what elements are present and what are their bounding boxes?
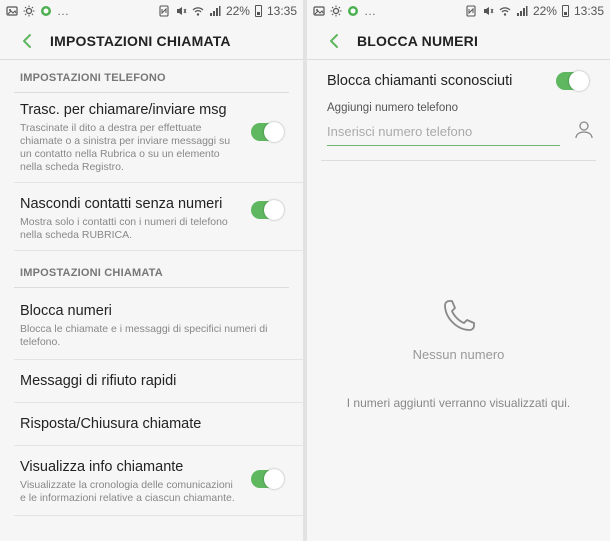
back-arrow-icon[interactable] [323,30,345,52]
setting-answer-end-calls[interactable]: Risposta/Chiusura chiamate [14,403,303,446]
more-notifications-icon: … [57,4,70,18]
field-divider [321,160,596,161]
call-settings-screen: … 22% 13:35 IMPOSTAZIONI CHIAMATA IMPOST [0,0,303,541]
mute-icon [175,5,187,17]
contact-icon[interactable] [572,118,596,142]
brightness-icon [330,5,342,17]
add-number-field [307,114,610,146]
app-bar: IMPOSTAZIONI CHIAMATA [0,22,303,60]
gallery-icon [313,5,325,17]
setting-hide-contacts[interactable]: Nascondi contatti senza numeri Mostra so… [14,183,303,251]
section-header-phone: IMPOSTAZIONI TELEFONO [20,72,166,84]
block-unknown-row[interactable]: Blocca chiamanti sconosciuti [307,60,610,100]
setting-title: Risposta/Chiusura chiamate [20,416,202,432]
setting-quick-decline-messages[interactable]: Messaggi di rifiuto rapidi [14,360,303,403]
setting-title: Blocca numeri [20,303,112,319]
caller-info-toggle[interactable] [251,469,284,489]
phone-icon [439,296,479,341]
setting-subtitle: Mostra solo i contatti con i numeri di t… [20,216,228,241]
battery-percent: 22% [225,4,250,18]
setting-subtitle: Trascinate il dito a destra per effettua… [20,122,231,173]
app-bar: BLOCCA NUMERI [307,22,610,60]
add-number-label: Aggiungi numero telefono [327,102,459,114]
battery-percent: 22% [532,4,557,18]
nfc-icon [465,5,477,17]
setting-title: Trasc. per chiamare/inviare msg [20,102,227,118]
setting-title: Messaggi di rifiuto rapidi [20,373,177,389]
hide-contacts-toggle[interactable] [251,200,284,220]
clock: 13:35 [266,4,297,18]
setting-subtitle: Visualizzate la cronologia delle comunic… [20,479,235,504]
signal-icon [209,5,221,17]
block-unknown-toggle[interactable] [556,71,589,91]
status-bar: … 22% 13:35 [307,0,610,22]
wifi-icon [499,5,511,17]
setting-swipe-to-call[interactable]: Trasc. per chiamare/inviare msg Trascina… [14,93,303,183]
signal-icon [516,5,528,17]
setting-block-numbers[interactable]: Blocca numeri Blocca le chiamate e i mes… [14,288,303,360]
battery-icon [561,5,569,17]
phone-number-input[interactable] [327,118,560,146]
gallery-icon [6,5,18,17]
empty-state: Nessun numero [307,296,610,362]
setting-subtitle: Blocca le chiamate e i messaggi di speci… [20,323,268,348]
page-title: BLOCCA NUMERI [357,32,479,49]
battery-icon [254,5,262,17]
mute-icon [482,5,494,17]
empty-note: I numeri aggiunti verranno visualizzati … [346,396,571,410]
block-unknown-label: Blocca chiamanti sconosciuti [327,73,513,89]
app-icon [347,5,359,17]
setting-title: Nascondi contatti senza numeri [20,196,223,212]
empty-title: Nessun numero [412,347,505,362]
block-numbers-screen: … 22% 13:35 BLOCCA NUMERI Blocca chiaman… [307,0,610,541]
setting-title: Visualizza info chiamante [20,459,184,475]
app-icon [40,5,52,17]
setting-caller-info[interactable]: Visualizza info chiamante Visualizzate l… [14,446,303,516]
swipe-to-call-toggle[interactable] [251,122,284,142]
back-arrow-icon[interactable] [16,30,38,52]
status-bar: … 22% 13:35 [0,0,303,22]
clock: 13:35 [573,4,604,18]
brightness-icon [23,5,35,17]
nfc-icon [158,5,170,17]
section-header-call: IMPOSTAZIONI CHIAMATA [20,267,163,279]
page-title: IMPOSTAZIONI CHIAMATA [50,32,231,49]
more-notifications-icon: … [364,4,377,18]
wifi-icon [192,5,204,17]
